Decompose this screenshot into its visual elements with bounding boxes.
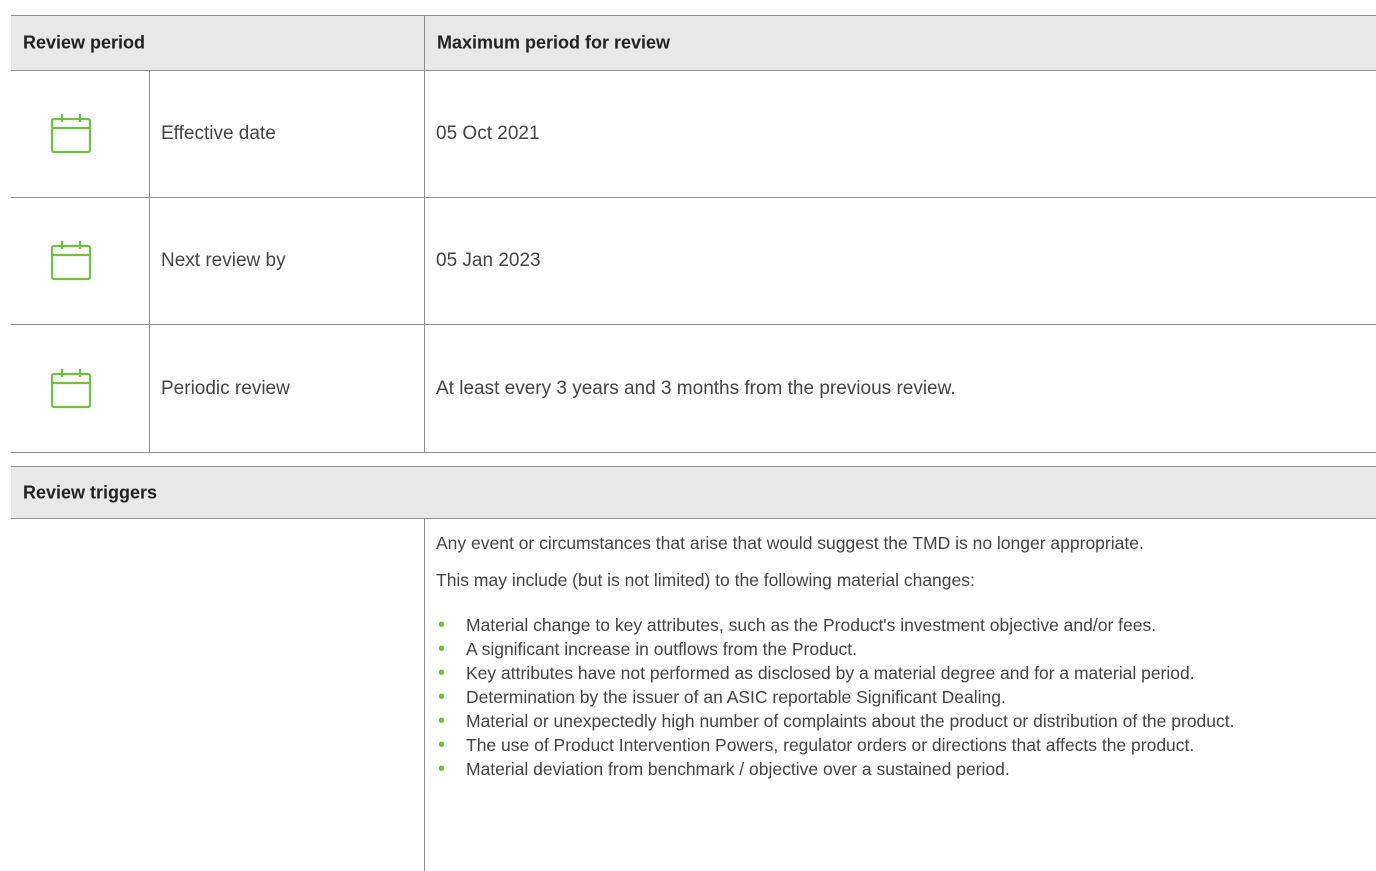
- header-maximum-period: Maximum period for review: [437, 32, 671, 53]
- list-item-text: Material or unexpectedly high number of …: [466, 711, 1235, 731]
- calendar-icon: [49, 239, 93, 283]
- list-item: • Material or unexpectedly high number of…: [436, 709, 1371, 733]
- list-item-text: A significant increase in outflows from …: [466, 639, 858, 659]
- review-period-header: Review period Maximum period for review: [11, 15, 1376, 71]
- review-triggers-header: Review triggers: [11, 466, 1376, 519]
- calendar-icon: [49, 112, 93, 156]
- bullet-icon: •: [438, 734, 446, 756]
- row-label: Next review by: [161, 250, 286, 271]
- header-review-period: Review period: [23, 32, 146, 53]
- bullet-icon: •: [438, 686, 446, 708]
- column-divider-value: [424, 71, 425, 453]
- bullet-icon: •: [438, 758, 446, 780]
- row-label: Periodic review: [161, 377, 290, 399]
- list-item: • Key attributes have not performed as di…: [436, 661, 1371, 685]
- table-row: Effective date 05 Oct 2021: [11, 71, 1376, 198]
- review-table: Review period Maximum period for review …: [0, 0, 1376, 871]
- table-row: Periodic review At least every 3 years a…: [11, 325, 1376, 453]
- row-value: At least every 3 years and 3 months from…: [436, 377, 956, 399]
- bullet-icon: •: [438, 638, 446, 660]
- row-value: 05 Jan 2023: [436, 250, 541, 271]
- triggers-intro: This may include (but is not limited) to…: [436, 570, 975, 590]
- bullet-icon: •: [438, 614, 446, 636]
- list-item-text: Material change to key attributes, such …: [466, 615, 1157, 635]
- list-item: • The use of Product Intervention Powers,…: [436, 733, 1371, 757]
- list-item-text: Key attributes have not performed as dis…: [466, 663, 1195, 683]
- header-review-triggers: Review triggers: [23, 482, 158, 502]
- list-item-text: The use of Product Intervention Powers, …: [466, 735, 1195, 755]
- list-item-text: Determination by the issuer of an ASIC r…: [466, 687, 1006, 707]
- bullet-icon: •: [438, 710, 446, 732]
- header-divider: [424, 15, 425, 71]
- list-item-text: Material deviation from benchmark / obje…: [466, 759, 1010, 779]
- triggers-column-divider: [424, 518, 425, 871]
- review-triggers-content: Any event or circumstances that arise th…: [436, 531, 1371, 781]
- calendar-icon: [49, 367, 93, 411]
- list-item: • Material change to key attributes, such…: [436, 613, 1371, 637]
- list-item: • Determination by the issuer of an ASIC …: [436, 685, 1371, 709]
- row-value: 05 Oct 2021: [436, 123, 540, 144]
- row-label: Effective date: [161, 123, 276, 144]
- triggers-list: • Material change to key attributes, such…: [436, 613, 1371, 781]
- column-divider-icon: [149, 71, 150, 453]
- list-item: • A significant increase in outflows from…: [436, 637, 1371, 661]
- list-item: • Material deviation from benchmark / obj…: [436, 757, 1371, 781]
- table-row: Next review by 05 Jan 2023: [11, 198, 1376, 325]
- bullet-icon: •: [438, 662, 446, 684]
- triggers-intro: Any event or circumstances that arise th…: [436, 533, 1144, 553]
